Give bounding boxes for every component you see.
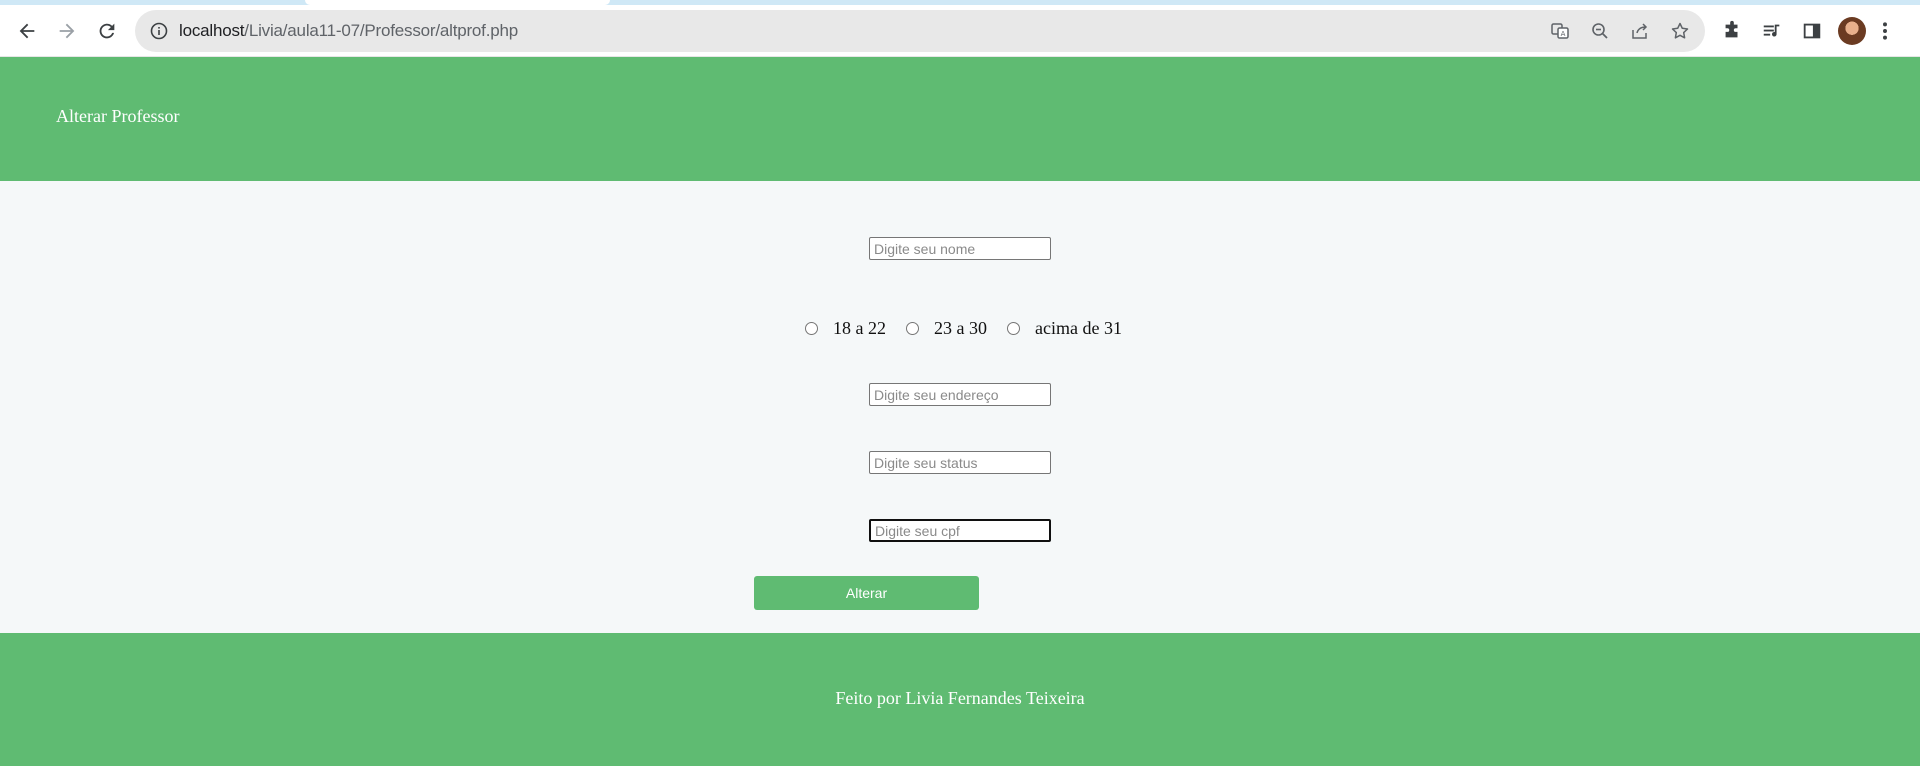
page-title: Alterar Professor bbox=[56, 106, 180, 126]
age-radio-23-30[interactable] bbox=[906, 322, 919, 335]
site-info-icon[interactable] bbox=[149, 21, 169, 41]
url-text[interactable]: localhost/Livia/aula11-07/Professor/altp… bbox=[179, 21, 518, 41]
forward-icon[interactable] bbox=[50, 14, 84, 48]
endereco-input[interactable] bbox=[869, 383, 1051, 406]
reload-icon[interactable] bbox=[90, 14, 124, 48]
age-radio-31-plus[interactable] bbox=[1007, 322, 1020, 335]
nome-input[interactable] bbox=[869, 237, 1051, 260]
svg-text:A: A bbox=[1561, 30, 1566, 38]
url-host: localhost bbox=[179, 21, 245, 40]
extensions-icon[interactable] bbox=[1715, 14, 1749, 48]
footer-credit: Feito por Livia Fernandes Teixeira bbox=[835, 688, 1085, 708]
browser-toolbar: localhost/Livia/aula11-07/Professor/altp… bbox=[0, 5, 1920, 57]
back-icon[interactable] bbox=[10, 14, 44, 48]
age-label-18-22: 18 a 22 bbox=[833, 318, 886, 338]
professor-form: 18 a 22 23 a 30 acima de 31 Alterar bbox=[0, 181, 1920, 633]
age-radio-18-22[interactable] bbox=[805, 322, 818, 335]
profile-avatar[interactable] bbox=[1835, 14, 1869, 48]
cpf-input[interactable] bbox=[869, 519, 1051, 542]
alterar-button[interactable]: Alterar bbox=[754, 576, 979, 610]
share-icon[interactable] bbox=[1625, 16, 1655, 46]
address-bar[interactable]: localhost/Livia/aula11-07/Professor/altp… bbox=[135, 10, 1705, 52]
age-label-31-plus: acima de 31 bbox=[1035, 318, 1122, 338]
page-footer: Feito por Livia Fernandes Teixeira bbox=[0, 633, 1920, 766]
page-header: Alterar Professor bbox=[0, 57, 1920, 181]
status-input[interactable] bbox=[869, 451, 1051, 474]
translate-icon[interactable]: A bbox=[1545, 16, 1575, 46]
side-panel-icon[interactable] bbox=[1795, 14, 1829, 48]
media-controls-icon[interactable] bbox=[1755, 14, 1789, 48]
age-label-23-30: 23 a 30 bbox=[934, 318, 987, 338]
url-path: /Livia/aula11-07/Professor/altprof.php bbox=[244, 21, 518, 40]
age-radio-group: 18 a 22 23 a 30 acima de 31 bbox=[805, 318, 1142, 339]
zoom-out-icon[interactable] bbox=[1585, 16, 1615, 46]
menu-kebab-icon[interactable] bbox=[1875, 14, 1895, 48]
bookmark-star-icon[interactable] bbox=[1665, 16, 1695, 46]
